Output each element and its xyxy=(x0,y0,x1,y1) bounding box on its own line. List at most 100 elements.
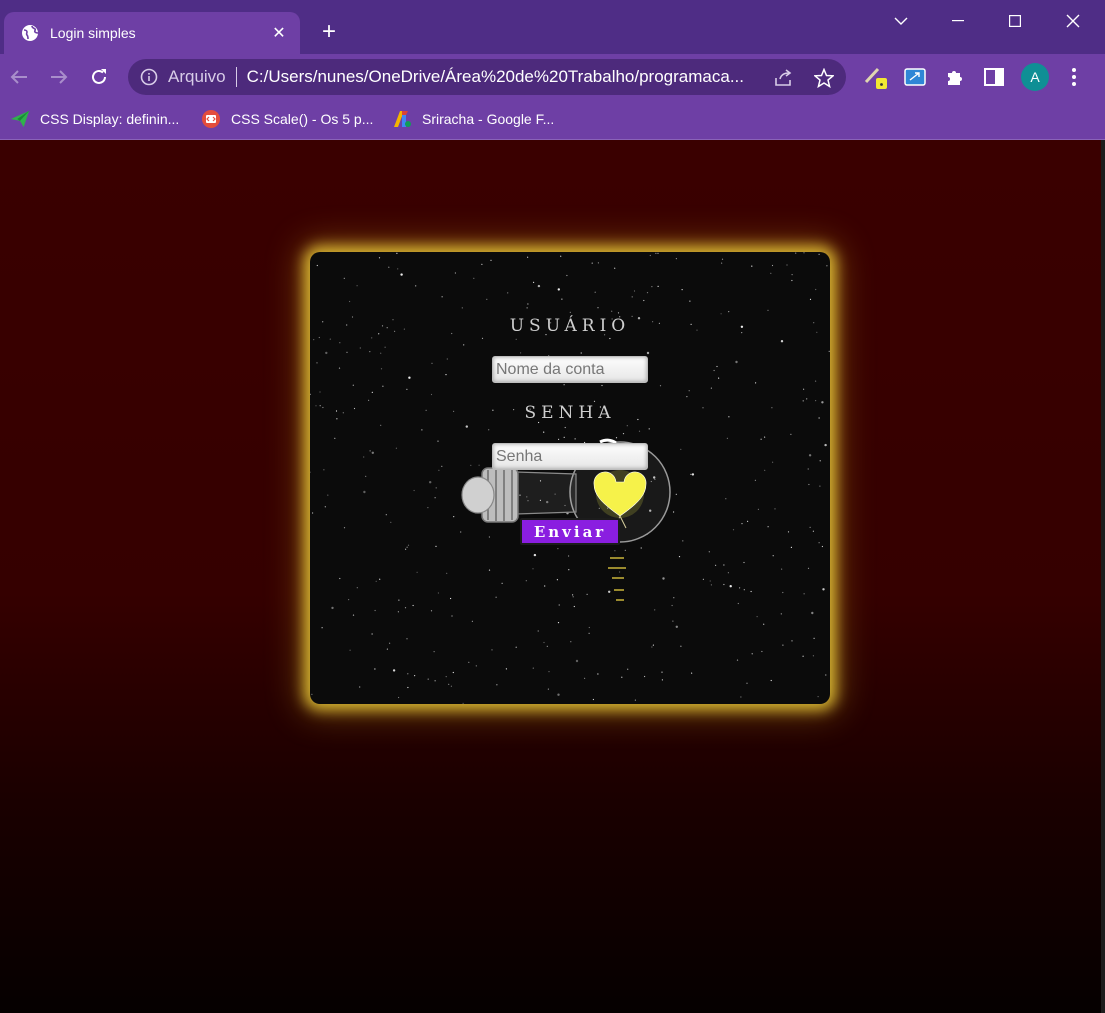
star xyxy=(824,443,827,447)
star xyxy=(807,468,809,470)
star xyxy=(737,602,739,605)
bookmark-star-icon[interactable] xyxy=(813,67,835,89)
star xyxy=(338,367,341,369)
star xyxy=(826,265,828,267)
star xyxy=(764,469,766,471)
security-chip[interactable]: Arquivo xyxy=(168,67,226,87)
star xyxy=(371,337,373,339)
star xyxy=(537,630,539,632)
star xyxy=(580,352,582,354)
star xyxy=(728,311,730,313)
minimize-icon[interactable] xyxy=(938,8,978,34)
bookmark-item[interactable]: CSS Display: definin... xyxy=(10,108,179,130)
star xyxy=(388,266,390,268)
star xyxy=(406,638,408,640)
star xyxy=(588,632,590,634)
star xyxy=(770,272,772,274)
star xyxy=(681,289,683,291)
forward-arrow-icon[interactable] xyxy=(44,62,74,92)
close-window-icon[interactable] xyxy=(1053,8,1093,34)
password-input[interactable] xyxy=(492,443,648,470)
star xyxy=(433,651,435,653)
star xyxy=(437,440,439,442)
star xyxy=(817,696,819,698)
star xyxy=(715,564,717,566)
star xyxy=(729,585,732,588)
info-icon[interactable] xyxy=(140,68,158,86)
share-icon[interactable] xyxy=(773,67,795,89)
star xyxy=(746,682,748,684)
username-input[interactable] xyxy=(492,356,648,383)
star xyxy=(475,665,477,667)
reload-icon[interactable] xyxy=(84,62,114,92)
star xyxy=(414,675,416,677)
username-label: USUÁRIO xyxy=(509,316,631,336)
menu-kebab-icon[interactable] xyxy=(1061,64,1087,90)
star xyxy=(547,688,549,690)
star xyxy=(791,279,793,282)
back-arrow-icon[interactable] xyxy=(4,62,34,92)
star xyxy=(453,516,455,518)
star xyxy=(445,374,447,376)
profile-avatar[interactable]: A xyxy=(1021,63,1049,91)
star xyxy=(339,577,341,580)
star xyxy=(818,253,820,255)
star xyxy=(594,291,596,293)
star xyxy=(352,384,354,386)
star xyxy=(491,649,493,651)
star xyxy=(659,385,662,387)
star xyxy=(557,693,560,696)
url-text[interactable]: C:/Users/nunes/OneDrive/Área%20de%20Trab… xyxy=(247,67,753,87)
address-bar[interactable]: Arquivo C:/Users/nunes/OneDrive/Área%20d… xyxy=(128,59,846,95)
browser-toolbar: Arquivo C:/Users/nunes/OneDrive/Área%20d… xyxy=(0,54,1105,100)
scrollbar-track[interactable] xyxy=(1101,140,1105,1013)
maximize-icon[interactable] xyxy=(995,8,1035,34)
star xyxy=(812,530,814,532)
star xyxy=(349,649,351,651)
submit-button[interactable]: Enviar xyxy=(520,518,620,545)
side-panel-icon[interactable] xyxy=(981,64,1007,90)
star xyxy=(313,339,315,341)
color-picker-extension-icon[interactable] xyxy=(862,64,888,90)
star xyxy=(400,273,403,276)
star xyxy=(757,508,759,510)
close-tab-icon[interactable]: ✕ xyxy=(268,22,290,44)
star xyxy=(691,672,693,674)
bookmark-item[interactable]: Sriracha - Google F... xyxy=(392,108,554,130)
extensions-puzzle-icon[interactable] xyxy=(942,64,968,90)
star xyxy=(808,483,810,486)
star xyxy=(661,679,663,681)
star xyxy=(374,609,376,612)
star xyxy=(760,438,762,440)
star xyxy=(621,676,623,678)
star xyxy=(441,296,443,298)
new-tab-button[interactable]: + xyxy=(316,19,342,45)
star xyxy=(515,338,517,340)
star xyxy=(601,384,603,387)
password-label: SENHA xyxy=(524,403,616,423)
star xyxy=(782,644,784,646)
star xyxy=(385,514,387,516)
star xyxy=(471,620,473,622)
star xyxy=(597,307,599,309)
browser-tab[interactable]: Login simples ✕ xyxy=(4,12,300,54)
star xyxy=(584,677,586,679)
star xyxy=(415,285,417,287)
star xyxy=(763,623,765,625)
star xyxy=(767,526,769,528)
star xyxy=(795,252,797,254)
star xyxy=(429,481,432,484)
bookmark-item[interactable]: CSS Scale() - Os 5 p... xyxy=(201,108,373,130)
picture-in-picture-icon[interactable] xyxy=(902,64,928,90)
star xyxy=(321,627,323,629)
tab-search-icon[interactable] xyxy=(881,8,921,34)
star xyxy=(770,679,772,682)
star xyxy=(481,337,484,339)
star xyxy=(802,655,804,657)
star xyxy=(680,645,682,647)
star xyxy=(569,311,571,313)
star xyxy=(802,400,804,402)
star xyxy=(448,683,450,685)
code-badge-icon xyxy=(201,109,221,129)
star xyxy=(505,668,507,670)
